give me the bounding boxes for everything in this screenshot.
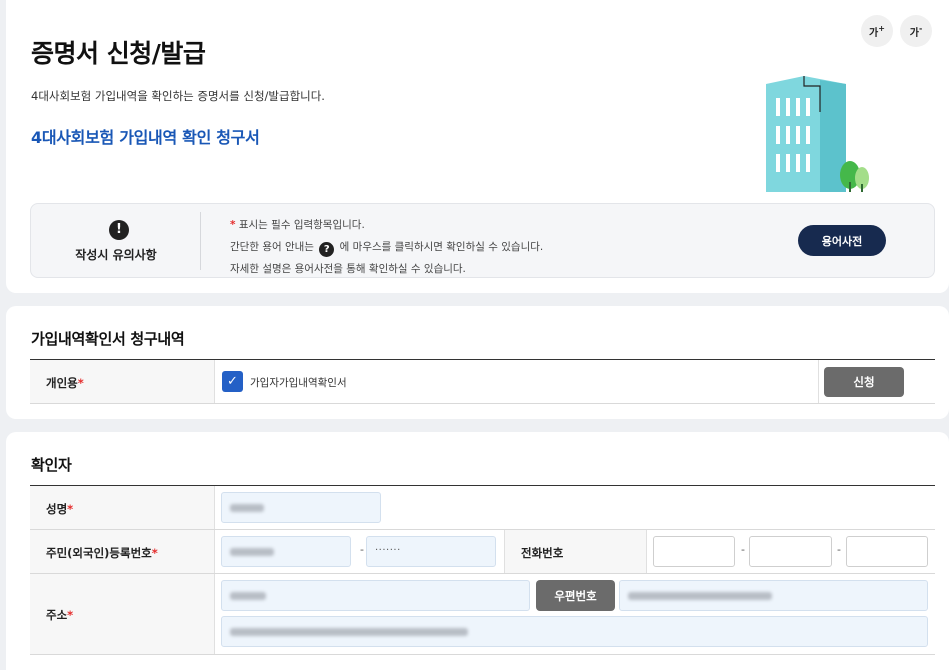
request-section-title: 가입내역확인서 청구내역	[31, 330, 185, 348]
apply-button[interactable]: 신청	[824, 367, 904, 397]
request-panel: 가입내역확인서 청구내역 개인용* ✓ 가입자가입내역확인서 신청	[6, 306, 949, 419]
zipcode-input[interactable]	[221, 580, 530, 611]
apply-cell: 신청	[818, 360, 935, 403]
address-label-cell: 주소*	[30, 574, 215, 654]
rrn-back-input[interactable]: ·······	[366, 536, 496, 567]
address-line1-input[interactable]	[619, 580, 928, 611]
notice-header: ! 작성시 유의사항	[31, 212, 201, 270]
page-subtitle: 4대사회보험 가입내역 확인 청구서	[31, 128, 260, 147]
rrn-front-input[interactable]	[221, 536, 351, 567]
header-panel: 증명서 신청/발급 4대사회보험 가입내역을 확인하는 증명서를 신청/발급합니…	[6, 0, 949, 293]
font-size-up-button[interactable]: 가 +	[861, 15, 893, 47]
table-row: 개인용* ✓ 가입자가입내역확인서 신청	[30, 360, 935, 404]
notice-lines: * 표시는 필수 입력항목입니다. 간단한 용어 안내는 ? 에 마우스를 클릭…	[230, 214, 543, 280]
table-row: 주소* 우편번호	[30, 574, 935, 655]
zipcode-search-button[interactable]: 우편번호	[536, 580, 615, 611]
notice-box: ! 작성시 유의사항 * 표시는 필수 입력항목입니다. 간단한 용어 안내는 …	[30, 203, 935, 278]
font-size-down-button[interactable]: 가-	[900, 15, 932, 47]
confirmer-table: 성명* 주민(외국인)등록번호* - ······· 전화번호 - - 주소* …	[30, 485, 935, 655]
member-history-checkbox[interactable]: ✓	[222, 371, 243, 392]
checkbox-label: 가입자가입내역확인서	[250, 377, 347, 389]
phone-middle-input[interactable]	[749, 536, 832, 567]
phone-last-input[interactable]	[846, 536, 928, 567]
page-description: 4대사회보험 가입내역을 확인하는 증명서를 신청/발급합니다.	[31, 89, 325, 103]
personal-label-cell: 개인용*	[30, 360, 215, 403]
notice-heading: 작성시 유의사항	[75, 248, 157, 262]
notice-line-required: * 표시는 필수 입력항목입니다.	[230, 219, 365, 231]
phone-label-cell: 전화번호	[504, 530, 647, 573]
building-illustration-icon	[766, 76, 869, 192]
notice-line-dictionary: 자세한 설명은 용어사전을 통해 확인하실 수 있습니다.	[230, 263, 466, 275]
confirmer-panel: 확인자 성명* 주민(외국인)등록번호* - ······· 전화번호 - - …	[6, 432, 949, 670]
exclamation-icon: !	[109, 220, 129, 240]
dictionary-button[interactable]: 용어사전	[798, 225, 886, 256]
phone-area-input[interactable]	[653, 536, 735, 567]
name-input[interactable]	[221, 492, 381, 523]
table-row: 성명*	[30, 486, 935, 530]
page-title: 증명서 신청/발급	[31, 39, 206, 68]
table-row: 주민(외국인)등록번호* - ······· 전화번호 - -	[30, 530, 935, 574]
name-label-cell: 성명*	[30, 486, 215, 529]
request-table: 개인용* ✓ 가입자가입내역확인서 신청	[30, 359, 935, 404]
confirmer-section-title: 확인자	[31, 456, 72, 474]
notice-line-help: 간단한 용어 안내는 ? 에 마우스를 클릭하시면 확인하실 수 있습니다.	[230, 241, 544, 257]
rrn-label-cell: 주민(외국인)등록번호*	[30, 530, 215, 573]
question-icon[interactable]: ?	[319, 242, 335, 257]
address-line2-input[interactable]	[221, 616, 928, 647]
